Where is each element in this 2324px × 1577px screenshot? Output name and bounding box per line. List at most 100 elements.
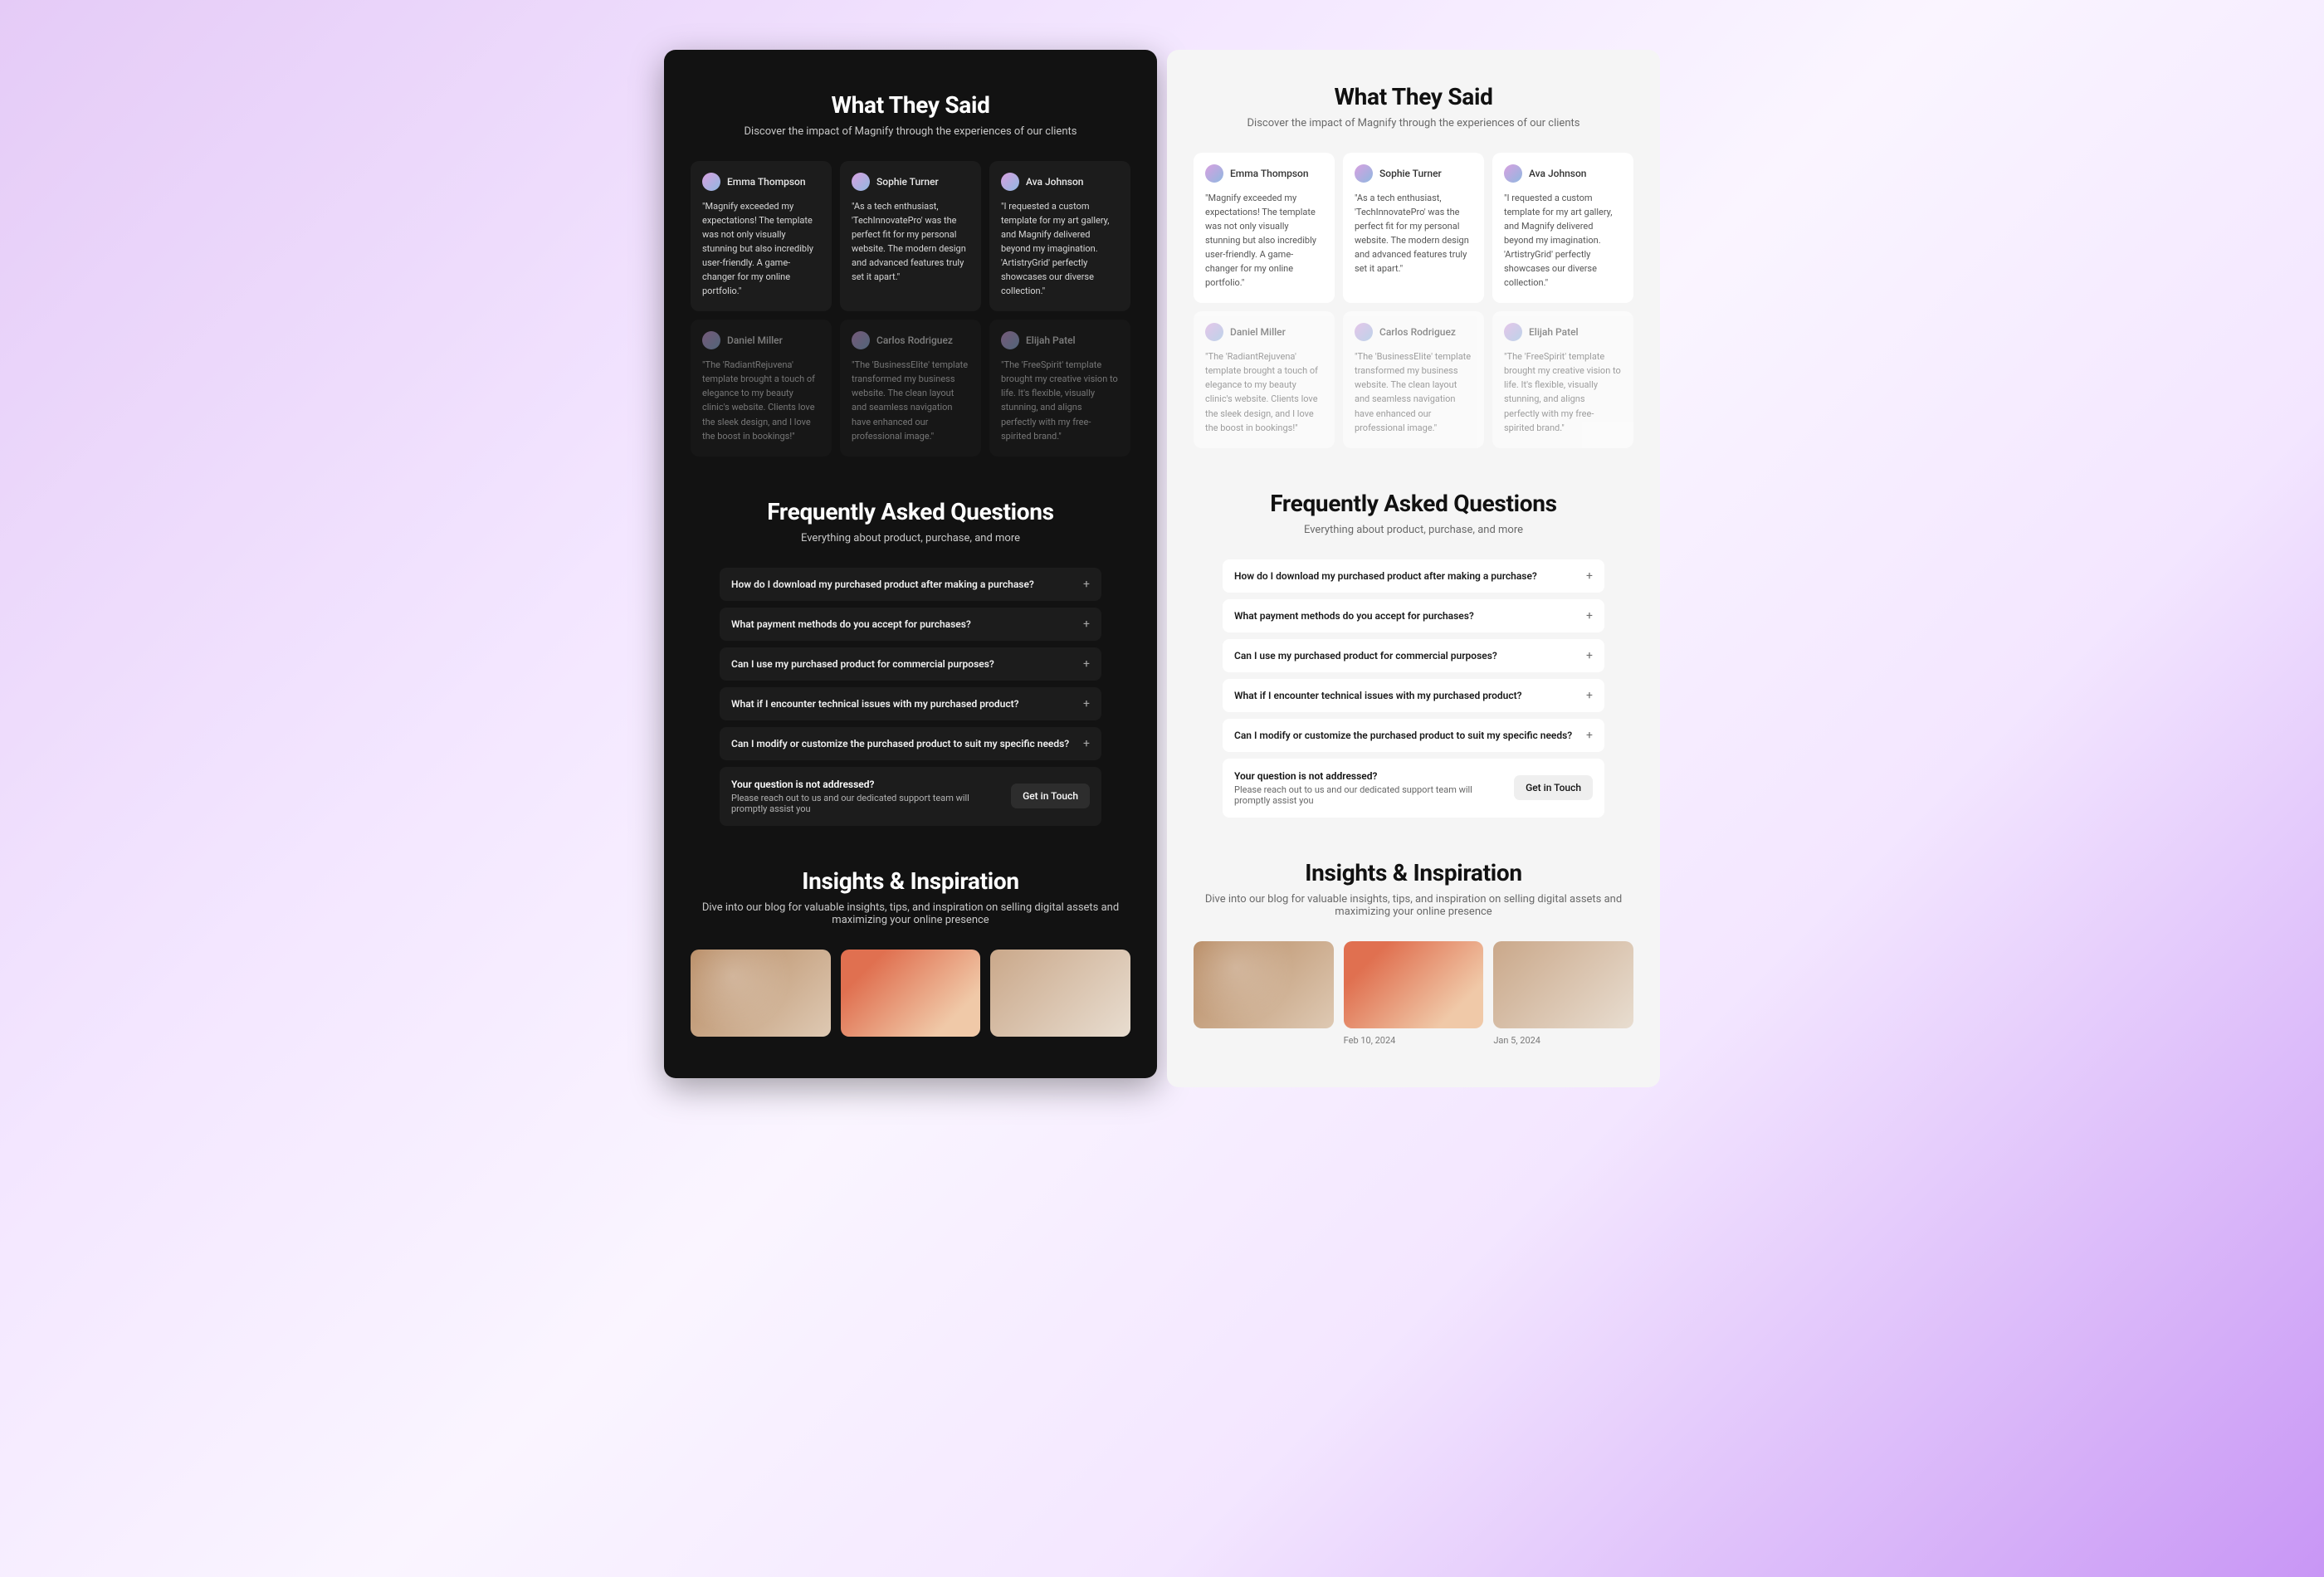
avatar — [1205, 164, 1223, 183]
avatar — [852, 173, 870, 191]
testimonial-name: Carlos Rodriguez — [1379, 325, 1456, 340]
testimonial-name: Elijah Patel — [1529, 325, 1579, 340]
plus-icon: + — [1083, 738, 1090, 749]
testimonial-name: Elijah Patel — [1026, 333, 1076, 349]
plus-icon: + — [1586, 730, 1593, 741]
faq-item[interactable]: Can I modify or customize the purchased … — [1223, 719, 1604, 752]
get-in-touch-button[interactable]: Get in Touch — [1011, 784, 1090, 808]
testimonial-name: Daniel Miller — [1230, 325, 1286, 340]
faq-item[interactable]: What if I encounter technical issues wit… — [720, 687, 1101, 720]
faq-section: Frequently Asked Questions Everything ab… — [1167, 490, 1660, 859]
testimonial-name: Sophie Turner — [1379, 166, 1442, 182]
blog-heading: Insights & Inspiration — [691, 867, 1130, 895]
testimonial-card: Elijah Patel "The 'FreeSpirit' template … — [1492, 311, 1633, 447]
plus-icon: + — [1586, 610, 1593, 622]
faq-subheading: Everything about product, purchase, and … — [1194, 524, 1633, 536]
faq-item[interactable]: What payment methods do you accept for p… — [1223, 599, 1604, 632]
testimonials-subheading: Discover the impact of Magnify through t… — [1194, 117, 1633, 129]
testimonial-quote: "I requested a custom template for my ar… — [1001, 199, 1119, 298]
blog-card[interactable] — [841, 950, 981, 1037]
blog-grid: Feb 10, 2024 Jan 5, 2024 — [1194, 941, 1633, 1046]
faq-item[interactable]: How do I download my purchased product a… — [720, 568, 1101, 601]
testimonial-card: Emma Thompson "Magnify exceeded my expec… — [691, 161, 832, 311]
testimonial-card: Sophie Turner "As a tech enthusiast, 'Te… — [840, 161, 981, 311]
testimonial-name: Daniel Miller — [727, 333, 783, 349]
faq-question: What payment methods do you accept for p… — [731, 618, 1083, 630]
faq-question: How do I download my purchased product a… — [731, 579, 1083, 590]
plus-icon: + — [1083, 658, 1090, 670]
testimonial-card: Daniel Miller "The 'RadiantRejuvena' tem… — [691, 320, 832, 456]
blog-card[interactable] — [1194, 941, 1334, 1046]
testimonial-card: Daniel Miller "The 'RadiantRejuvena' tem… — [1194, 311, 1335, 447]
blog-date: Jan 5, 2024 — [1493, 1035, 1633, 1046]
get-in-touch-button[interactable]: Get in Touch — [1514, 775, 1593, 800]
testimonial-quote: "I requested a custom template for my ar… — [1504, 191, 1622, 290]
faq-question: What payment methods do you accept for p… — [1234, 610, 1586, 622]
testimonials-subheading: Discover the impact of Magnify through t… — [691, 125, 1130, 138]
avatar — [1205, 323, 1223, 341]
testimonials-grid: Emma Thompson "Magnify exceeded my expec… — [691, 161, 1130, 456]
testimonial-card: Ava Johnson "I requested a custom templa… — [989, 161, 1130, 311]
faq-contact-card: Your question is not addressed? Please r… — [1223, 759, 1604, 818]
avatar — [1355, 323, 1373, 341]
testimonial-quote: "As a tech enthusiast, 'TechInnovatePro'… — [1355, 191, 1472, 276]
blog-image — [1194, 941, 1334, 1028]
faq-contact-title: Your question is not addressed? — [731, 779, 1001, 790]
testimonial-card: Sophie Turner "As a tech enthusiast, 'Te… — [1343, 153, 1484, 303]
faq-item[interactable]: Can I use my purchased product for comme… — [1223, 639, 1604, 672]
faq-subheading: Everything about product, purchase, and … — [691, 532, 1130, 544]
faq-item[interactable]: How do I download my purchased product a… — [1223, 559, 1604, 593]
faq-item[interactable]: Can I use my purchased product for comme… — [720, 647, 1101, 681]
avatar — [1504, 164, 1522, 183]
testimonials-grid: Emma Thompson "Magnify exceeded my expec… — [1194, 153, 1633, 448]
plus-icon: + — [1083, 618, 1090, 630]
testimonial-name: Emma Thompson — [1230, 166, 1309, 182]
faq-contact-sub: Please reach out to us and our dedicated… — [1234, 784, 1504, 806]
avatar — [1504, 323, 1522, 341]
faq-question: How do I download my purchased product a… — [1234, 570, 1586, 582]
faq-question: Can I use my purchased product for comme… — [731, 658, 1083, 670]
dark-theme-preview: What They Said Discover the impact of Ma… — [664, 50, 1157, 1078]
testimonial-card: Elijah Patel "The 'FreeSpirit' template … — [989, 320, 1130, 456]
blog-image — [841, 950, 981, 1037]
testimonial-quote: "The 'FreeSpirit' template brought my cr… — [1001, 358, 1119, 442]
blog-card[interactable] — [990, 950, 1130, 1037]
blog-grid — [691, 950, 1130, 1037]
blog-image — [1344, 941, 1484, 1028]
testimonial-quote: "The 'BusinessElite' template transforme… — [1355, 349, 1472, 434]
faq-question: What if I encounter technical issues wit… — [731, 698, 1083, 710]
blog-card[interactable]: Feb 10, 2024 — [1344, 941, 1484, 1046]
blog-section: Insights & Inspiration Dive into our blo… — [1167, 859, 1660, 1087]
testimonial-quote: "Magnify exceeded my expectations! The t… — [702, 199, 820, 298]
faq-list: How do I download my purchased product a… — [1223, 559, 1604, 818]
faq-item[interactable]: What payment methods do you accept for p… — [720, 608, 1101, 641]
blog-card[interactable] — [691, 950, 831, 1037]
faq-question: Can I modify or customize the purchased … — [731, 738, 1083, 749]
avatar — [852, 331, 870, 349]
faq-contact-card: Your question is not addressed? Please r… — [720, 767, 1101, 826]
blog-image — [1493, 941, 1633, 1028]
plus-icon: + — [1586, 570, 1593, 582]
testimonial-quote: "The 'BusinessElite' template transforme… — [852, 358, 969, 442]
light-theme-preview: What They Said Discover the impact of Ma… — [1167, 50, 1660, 1087]
blog-subheading: Dive into our blog for valuable insights… — [691, 901, 1130, 926]
plus-icon: + — [1586, 650, 1593, 662]
testimonial-quote: "The 'RadiantRejuvena' template brought … — [1205, 349, 1323, 434]
testimonial-quote: "Magnify exceeded my expectations! The t… — [1205, 191, 1323, 290]
testimonial-quote: "The 'FreeSpirit' template brought my cr… — [1504, 349, 1622, 434]
plus-icon: + — [1083, 698, 1090, 710]
testimonials-section: What They Said Discover the impact of Ma… — [1167, 50, 1660, 490]
faq-heading: Frequently Asked Questions — [1194, 490, 1633, 517]
blog-section: Insights & Inspiration Dive into our blo… — [664, 867, 1157, 1078]
faq-contact-title: Your question is not addressed? — [1234, 770, 1504, 782]
faq-item[interactable]: What if I encounter technical issues wit… — [1223, 679, 1604, 712]
blog-image — [990, 950, 1130, 1037]
testimonial-quote: "The 'RadiantRejuvena' template brought … — [702, 358, 820, 442]
faq-question: Can I use my purchased product for comme… — [1234, 650, 1586, 662]
testimonials-heading: What They Said — [1194, 83, 1633, 110]
avatar — [1355, 164, 1373, 183]
faq-item[interactable]: Can I modify or customize the purchased … — [720, 727, 1101, 760]
testimonial-name: Sophie Turner — [876, 174, 939, 190]
blog-card[interactable]: Jan 5, 2024 — [1493, 941, 1633, 1046]
faq-question: Can I modify or customize the purchased … — [1234, 730, 1586, 741]
